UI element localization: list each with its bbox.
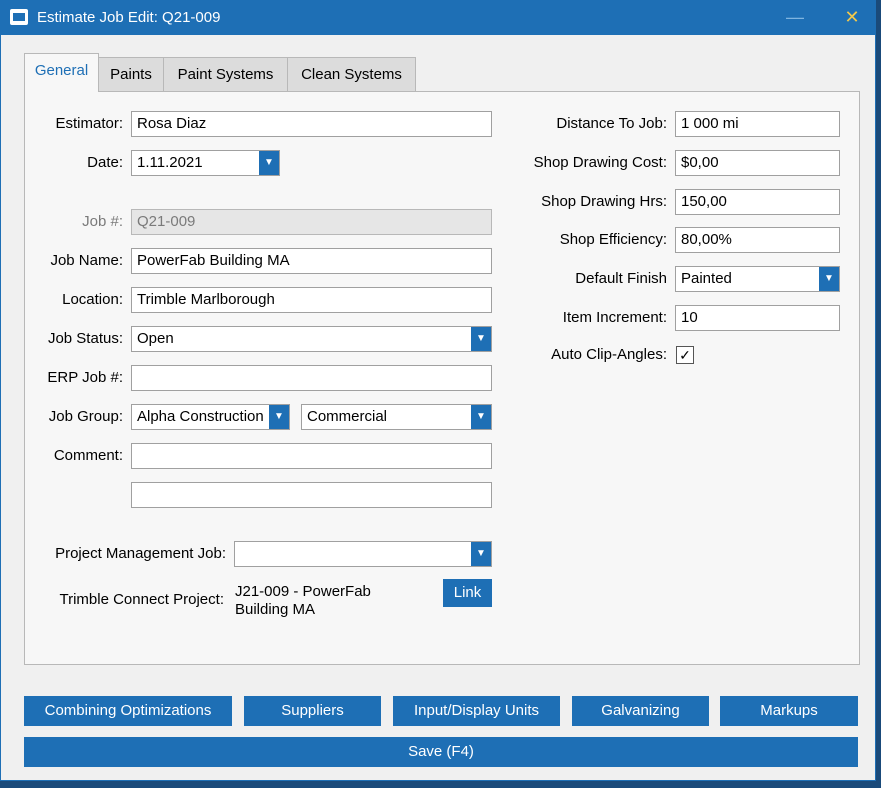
shop-drawing-hrs-field[interactable]: 150,00: [675, 189, 840, 215]
close-button[interactable]: ✕: [838, 6, 866, 30]
shop-efficiency-label: Shop Efficiency:: [559, 231, 667, 248]
job-name-label: Job Name:: [50, 252, 123, 269]
erp-job-field[interactable]: [131, 365, 492, 391]
default-finish-select[interactable]: Painted ▼: [675, 266, 840, 292]
default-finish-value: Painted: [681, 270, 732, 287]
item-increment-field[interactable]: 10: [675, 305, 840, 331]
estimator-field[interactable]: Rosa Diaz: [131, 111, 492, 137]
tab-paint-systems[interactable]: Paint Systems: [163, 57, 288, 91]
job-subgroup-value: Commercial: [307, 408, 388, 425]
job-status-label: Job Status:: [47, 330, 123, 347]
chevron-down-icon[interactable]: ▼: [819, 267, 839, 291]
input-display-units-button[interactable]: Input/Display Units: [393, 696, 560, 726]
markups-button[interactable]: Markups: [720, 696, 858, 726]
comment-label: Comment:: [53, 447, 123, 464]
link-button[interactable]: Link: [443, 579, 492, 607]
combining-optimizations-button[interactable]: Combining Optimizations: [24, 696, 232, 726]
erp-job-label: ERP Job #:: [47, 369, 123, 386]
job-number-field: Q21-009: [131, 209, 492, 235]
shop-efficiency-field[interactable]: 80,00%: [675, 227, 840, 253]
chevron-down-icon[interactable]: ▼: [259, 151, 279, 175]
estimate-job-edit-window: Estimate Job Edit: Q21-009 — ✕ General P…: [0, 0, 876, 781]
location-field[interactable]: Trimble Marlborough: [131, 287, 492, 313]
trimble-connect-project-line2: Building MA: [235, 601, 316, 618]
chevron-down-icon[interactable]: ▼: [269, 405, 289, 429]
shop-drawing-cost-label: Shop Drawing Cost:: [533, 154, 667, 171]
job-number-label: Job #:: [82, 213, 123, 230]
date-picker[interactable]: 1.11.2021 ▼: [131, 150, 280, 176]
trimble-connect-label: Trimble Connect Project:: [59, 591, 224, 608]
location-label: Location:: [62, 291, 123, 308]
job-subgroup-select[interactable]: Commercial ▼: [301, 404, 492, 430]
job-status-select[interactable]: Open ▼: [131, 326, 492, 352]
auto-clip-angles-label: Auto Clip-Angles:: [551, 346, 667, 363]
project-management-job-label: Project Management Job:: [55, 545, 226, 562]
tab-clean-systems[interactable]: Clean Systems: [287, 57, 416, 91]
job-group-value: Alpha Construction: [137, 408, 264, 425]
date-label: Date:: [87, 154, 123, 171]
project-management-job-select[interactable]: ▼: [234, 541, 492, 567]
shop-drawing-cost-field[interactable]: $0,00: [675, 150, 840, 176]
title-bar[interactable]: Estimate Job Edit: Q21-009 — ✕: [1, 1, 875, 35]
estimator-label: Estimator:: [55, 115, 123, 132]
comment-field-2[interactable]: [131, 482, 492, 508]
job-group-label: Job Group:: [48, 408, 123, 425]
tab-general[interactable]: General: [24, 53, 99, 92]
shop-drawing-hrs-label: Shop Drawing Hrs:: [541, 193, 667, 210]
auto-clip-angles-checkbox[interactable]: ✓: [676, 346, 694, 364]
job-name-field[interactable]: PowerFab Building MA: [131, 248, 492, 274]
suppliers-button[interactable]: Suppliers: [244, 696, 381, 726]
window-title: Estimate Job Edit: Q21-009: [37, 9, 221, 26]
date-value: 1.11.2021: [137, 154, 203, 171]
chevron-down-icon[interactable]: ▼: [471, 405, 491, 429]
default-finish-label: Default Finish: [575, 270, 667, 287]
distance-to-job-field[interactable]: 1 000 mi: [675, 111, 840, 137]
trimble-connect-project-line1: J21-009 - PowerFab: [235, 583, 371, 600]
chevron-down-icon[interactable]: ▼: [471, 542, 491, 566]
minimize-button[interactable]: —: [781, 6, 809, 30]
tab-paints[interactable]: Paints: [98, 57, 164, 91]
job-group-select[interactable]: Alpha Construction ▼: [131, 404, 290, 430]
distance-to-job-label: Distance To Job:: [556, 115, 667, 132]
item-increment-label: Item Increment:: [562, 309, 667, 326]
galvanizing-button[interactable]: Galvanizing: [572, 696, 709, 726]
job-status-value: Open: [137, 330, 174, 347]
save-button[interactable]: Save (F4): [24, 737, 858, 767]
app-icon: [10, 9, 28, 25]
comment-field[interactable]: [131, 443, 492, 469]
